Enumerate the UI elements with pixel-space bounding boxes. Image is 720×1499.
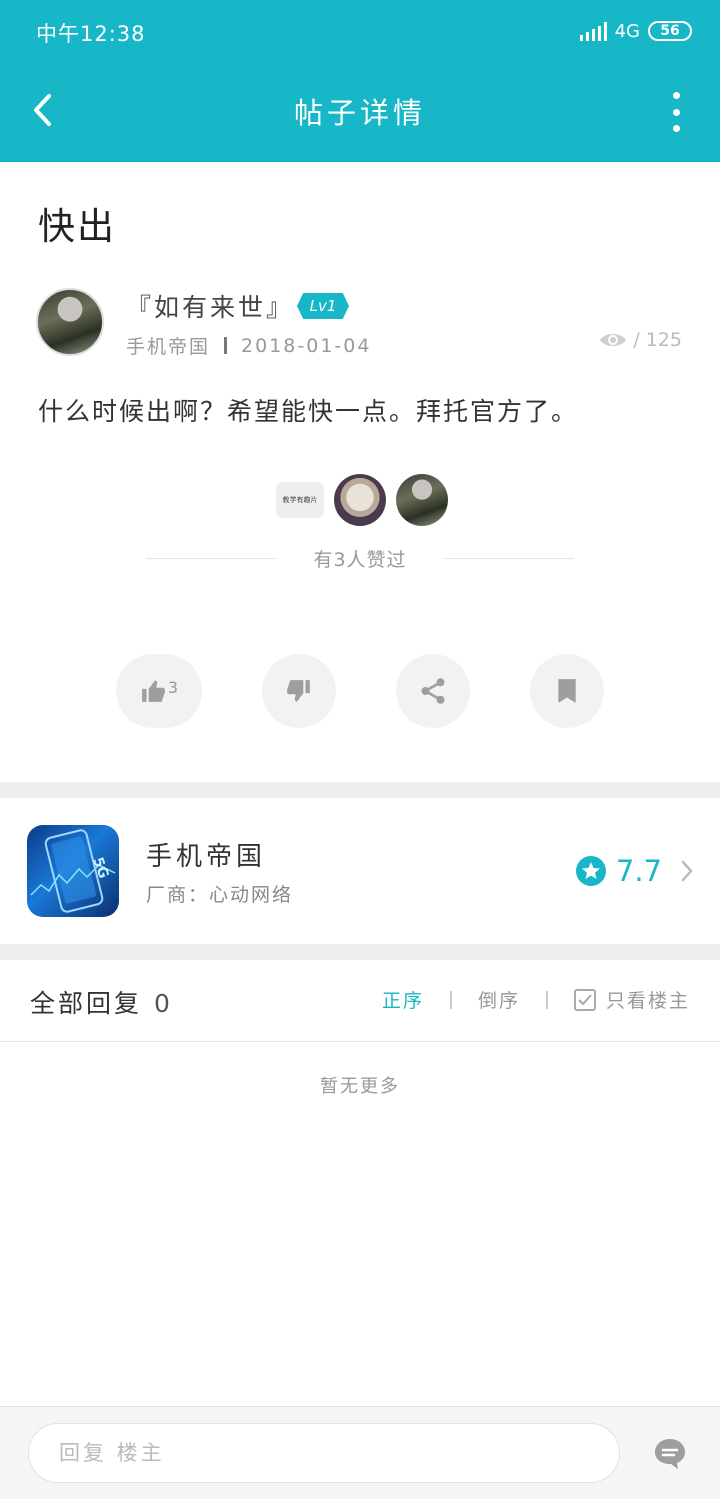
likes-summary: 有3人赞过 — [146, 545, 574, 571]
comment-icon — [655, 1439, 685, 1469]
app-card[interactable]: 5G 手机帝国 厂商：心动网络 7.7 — [0, 798, 720, 944]
sort-controls: 正序 倒序 只看楼主 — [382, 986, 690, 1013]
page-title: 帖子详情 — [293, 96, 426, 130]
thumbs-down-icon — [287, 680, 310, 702]
divider — [449, 990, 452, 1009]
status-indicators: 4G 56 — [579, 18, 692, 44]
divider — [442, 557, 574, 559]
divider — [545, 990, 548, 1009]
sort-asc-tab[interactable]: 正序 — [382, 986, 424, 1013]
replies-header: 全部回复 0 正序 倒序 只看楼主 — [0, 960, 720, 1042]
reply-input[interactable]: 回复 楼主 — [28, 1423, 620, 1483]
reply-count: 0 — [154, 989, 173, 1018]
app-header: 中午12:38 4G 56 帖子详情 — [0, 0, 720, 162]
phone-5g-icon: 5G — [30, 829, 116, 913]
author-name[interactable]: 『如有来世』 — [126, 288, 294, 324]
author-avatar[interactable] — [36, 288, 104, 356]
empty-state-text: 暂无更多 — [320, 1076, 400, 1097]
share-icon — [421, 678, 445, 704]
bookmark-icon — [558, 679, 576, 703]
section-divider — [0, 944, 720, 960]
reply-footer: 回复 楼主 — [0, 1406, 720, 1499]
app-vendor: 厂商：心动网络 — [146, 884, 294, 906]
views-number: 125 — [645, 329, 682, 351]
svg-text:5G: 5G — [89, 855, 111, 880]
bookmark-button[interactable] — [530, 654, 604, 728]
status-time: 中午12:38 — [36, 22, 146, 46]
chevron-right-icon — [681, 860, 693, 882]
network-type: 4G — [614, 20, 640, 42]
like-count: 3 — [167, 677, 179, 697]
eye-icon — [600, 334, 627, 346]
post-body: 什么时候出啊？希望能快一点。拜托官方了。 — [38, 397, 579, 426]
liker-avatar[interactable]: 教学有趣片 — [276, 482, 324, 518]
thumbs-up-icon — [142, 680, 165, 702]
author-meta: 手机帝国 2018-01-04 — [126, 332, 371, 359]
app-icon: 5G — [27, 825, 119, 917]
post-title: 快出 — [38, 205, 116, 248]
like-button[interactable]: 3 — [116, 654, 202, 728]
battery-icon: 56 — [648, 21, 692, 41]
liker-avatar[interactable] — [334, 474, 386, 526]
post-app-name: 手机帝国 — [126, 336, 211, 358]
only-op-toggle[interactable]: 只看楼主 — [573, 986, 690, 1013]
likers-avatars[interactable]: 教学有趣片 — [276, 474, 448, 526]
divider — [146, 557, 278, 559]
liker-avatar[interactable] — [396, 474, 448, 526]
app-rating: 7.7 — [575, 854, 694, 888]
share-button[interactable] — [396, 654, 470, 728]
sort-desc-tab[interactable]: 倒序 — [478, 986, 520, 1013]
more-options-button[interactable] — [668, 92, 684, 132]
comment-button[interactable] — [652, 1436, 688, 1472]
status-bar: 中午12:38 4G 56 — [0, 0, 720, 62]
only-op-label: 只看楼主 — [605, 990, 690, 1012]
post-date: 2018-01-04 — [241, 334, 372, 357]
checkbox-icon — [573, 988, 596, 1011]
nav-bar: 帖子详情 — [0, 62, 720, 162]
rating-value: 7.7 — [615, 854, 662, 888]
signal-icon — [579, 21, 607, 41]
meta-divider — [224, 337, 228, 354]
replies-title: 全部回复 0 — [30, 989, 173, 1018]
dislike-button[interactable] — [262, 654, 336, 728]
section-divider — [0, 782, 720, 798]
star-icon — [575, 856, 606, 886]
level-badge: Lv1 — [297, 293, 349, 319]
app-name: 手机帝国 — [146, 842, 267, 872]
likes-summary-text: 有3人赞过 — [313, 548, 407, 571]
view-count: /125 — [599, 329, 682, 351]
